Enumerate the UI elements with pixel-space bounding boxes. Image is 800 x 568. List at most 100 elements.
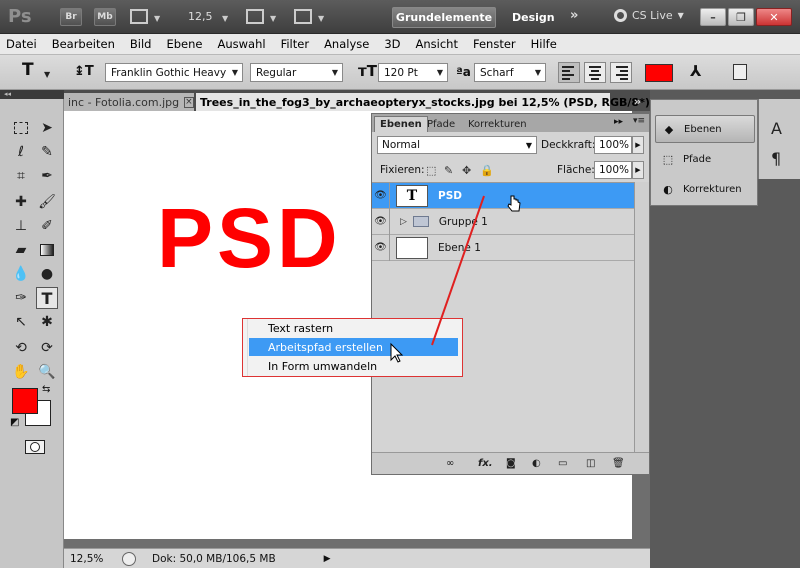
- status-icon[interactable]: [122, 551, 136, 566]
- chevron-down-icon[interactable]: ▼: [222, 14, 228, 23]
- align-center-button[interactable]: [584, 62, 606, 83]
- layers-scrollbar[interactable]: [634, 182, 649, 452]
- layer-row-gruppe-1[interactable]: 👁 ▷ Gruppe 1: [372, 208, 634, 235]
- align-left-button[interactable]: [558, 62, 580, 83]
- add-mask-icon[interactable]: ◙: [506, 458, 516, 469]
- opacity-slider-button[interactable]: ▶: [632, 136, 644, 154]
- chevron-down-icon[interactable]: ▼: [154, 14, 160, 23]
- healing-brush-tool-icon[interactable]: ✚: [10, 191, 32, 213]
- adjustment-layer-icon[interactable]: ◐: [532, 458, 541, 469]
- arrange-documents-icon[interactable]: [246, 9, 264, 24]
- crop-tool-icon[interactable]: ⌗: [10, 165, 32, 187]
- character-panel-icon[interactable]: A: [771, 119, 782, 138]
- layer-row-psd[interactable]: 👁 T PSD: [372, 182, 634, 209]
- close-icon[interactable]: ×: [184, 96, 194, 108]
- hand-tool-icon[interactable]: ✋: [10, 361, 32, 383]
- expand-group-icon[interactable]: ▷: [400, 217, 407, 227]
- eraser-tool-icon[interactable]: ▰: [10, 239, 32, 261]
- menu-ansicht[interactable]: Ansicht: [416, 37, 458, 51]
- eyedropper-tool-icon[interactable]: ✒: [36, 165, 58, 187]
- zoom-level[interactable]: 12,5: [188, 10, 213, 23]
- clone-stamp-tool-icon[interactable]: ⊥: [10, 215, 32, 237]
- menu-bild[interactable]: Bild: [130, 37, 152, 51]
- close-button[interactable]: ✕: [756, 8, 792, 26]
- foreground-color-swatch[interactable]: [12, 388, 38, 414]
- text-color-swatch[interactable]: [645, 64, 673, 82]
- more-tabs-icon[interactable]: »: [634, 95, 641, 108]
- bridge-button[interactable]: Br: [60, 8, 82, 26]
- dodge-tool-icon[interactable]: ●: [36, 263, 58, 285]
- tab-korrekturen[interactable]: Korrekturen: [463, 116, 532, 132]
- cs-live-button[interactable]: CS Live ▼: [614, 9, 684, 22]
- minimize-button[interactable]: –: [700, 8, 726, 26]
- dock-item-korrekturen[interactable]: ◐ Korrekturen: [655, 175, 755, 203]
- align-right-button[interactable]: [610, 62, 632, 83]
- tab-ebenen[interactable]: Ebenen: [374, 116, 428, 132]
- opacity-input[interactable]: 100%: [594, 136, 632, 154]
- quick-mask-button[interactable]: [25, 440, 45, 454]
- menu-filter[interactable]: Filter: [281, 37, 309, 51]
- ctx-item-in-form-umwandeln[interactable]: In Form umwandeln: [249, 357, 458, 375]
- chevron-down-icon[interactable]: ▼: [270, 14, 276, 23]
- font-family-select[interactable]: Franklin Gothic Heavy ▼: [105, 63, 243, 82]
- restore-button[interactable]: ❐: [728, 8, 754, 26]
- menu-ebene[interactable]: Ebene: [166, 37, 202, 51]
- quick-selection-tool-icon[interactable]: ✎: [36, 141, 58, 163]
- tab-fotolia[interactable]: inc - Fotolia.com.jpg ×: [64, 93, 194, 111]
- collapse-panel-icon[interactable]: ▸▸: [614, 117, 623, 127]
- blend-mode-select[interactable]: Normal ▼: [377, 136, 537, 154]
- workspace-design-button[interactable]: Design: [512, 11, 555, 24]
- marquee-tool-icon[interactable]: [10, 117, 32, 139]
- fill-input[interactable]: 100%: [594, 161, 632, 179]
- gradient-tool-icon[interactable]: [36, 239, 58, 261]
- ctx-item-text-rastern[interactable]: Text rastern: [249, 319, 458, 337]
- menu-datei[interactable]: Datei: [6, 37, 37, 51]
- toolbox-collapse-strip[interactable]: ◂◂: [0, 90, 64, 99]
- warp-text-icon[interactable]: ⅄: [690, 62, 701, 80]
- layer-row-ebene-1[interactable]: 👁 Ebene 1: [372, 234, 634, 261]
- text-tool-preset-icon[interactable]: T: [22, 60, 34, 80]
- blur-tool-icon[interactable]: 💧: [10, 263, 32, 285]
- fill-slider-button[interactable]: ▶: [632, 161, 644, 179]
- lock-pixels-icon[interactable]: ✎: [444, 164, 453, 177]
- text-orientation-icon[interactable]: ↨T: [74, 64, 94, 79]
- screen-mode-icon[interactable]: [294, 9, 312, 24]
- trash-icon[interactable]: 🗑: [612, 458, 625, 469]
- default-colors-icon[interactable]: ◩: [10, 417, 19, 428]
- type-tool-icon[interactable]: T: [36, 287, 58, 309]
- move-tool-icon[interactable]: ➤: [36, 117, 58, 139]
- tab-pfade[interactable]: Pfade: [422, 116, 460, 132]
- canvas-text-psd[interactable]: PSD: [157, 193, 342, 283]
- 3d-orbit-tool-icon[interactable]: ⟳: [36, 337, 58, 359]
- swap-colors-icon[interactable]: ⇆: [42, 384, 50, 395]
- zoom-tool-icon[interactable]: 🔍: [36, 361, 58, 383]
- font-style-select[interactable]: Regular ▼: [250, 63, 343, 82]
- lock-position-icon[interactable]: ✥: [462, 164, 471, 177]
- more-workspaces-icon[interactable]: »: [570, 8, 578, 23]
- new-layer-icon[interactable]: ◫: [586, 458, 595, 469]
- panel-menu-icon[interactable]: ▾≡: [633, 116, 645, 126]
- new-group-icon[interactable]: ▭: [558, 458, 567, 469]
- status-zoom[interactable]: 12,5%: [64, 553, 112, 565]
- mini-bridge-button[interactable]: Mb: [94, 8, 116, 26]
- 3d-rotate-tool-icon[interactable]: ⟲: [10, 337, 32, 359]
- lock-transparency-icon[interactable]: ⬚: [426, 164, 436, 177]
- path-selection-tool-icon[interactable]: ↖: [10, 311, 32, 333]
- workspace-grundelemente-button[interactable]: Grundelemente: [392, 7, 496, 28]
- custom-shape-tool-icon[interactable]: ✱: [36, 311, 58, 333]
- menu-fenster[interactable]: Fenster: [473, 37, 516, 51]
- history-brush-tool-icon[interactable]: ✐: [36, 215, 58, 237]
- antialias-select[interactable]: Scharf ▼: [474, 63, 546, 82]
- menu-bearbeiten[interactable]: Bearbeiten: [52, 37, 115, 51]
- view-extras-icon[interactable]: [130, 9, 148, 24]
- chevron-down-icon[interactable]: ▼: [318, 14, 324, 23]
- tab-trees-in-the-fog[interactable]: Trees_in_the_fog3_by_archaeopteryx_stock…: [196, 93, 674, 111]
- brush-tool-icon[interactable]: 🖌: [36, 191, 58, 213]
- lasso-tool-icon[interactable]: ℓ: [10, 141, 32, 163]
- menu-auswahl[interactable]: Auswahl: [217, 37, 265, 51]
- paragraph-panel-icon[interactable]: ¶: [771, 149, 781, 168]
- menu-analyse[interactable]: Analyse: [324, 37, 369, 51]
- chevron-down-icon[interactable]: ▼: [44, 70, 50, 79]
- layer-style-icon[interactable]: fx.: [478, 458, 493, 469]
- visibility-eye-icon[interactable]: 👁: [372, 234, 390, 261]
